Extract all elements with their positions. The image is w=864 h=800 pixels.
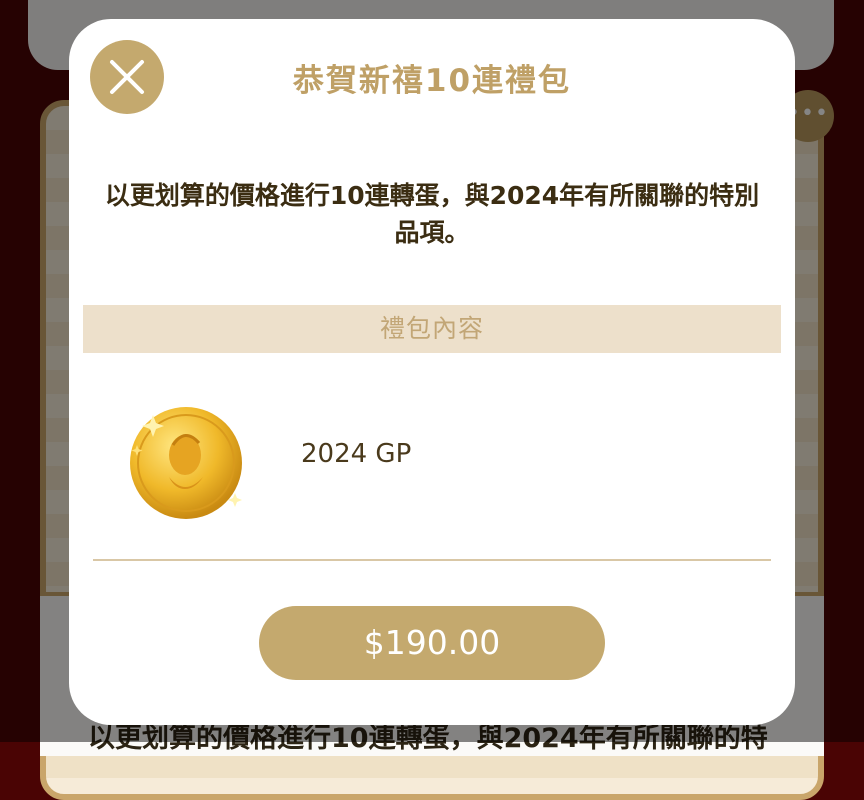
divider [93, 559, 771, 561]
package-item-label: 2024 GP [301, 439, 412, 469]
modal-description: 以更划算的價格進行10連轉蛋，與2024年有所關聯的特別品項。 [104, 181, 760, 247]
section-header: 禮包內容 [83, 305, 781, 353]
package-modal: 恭賀新禧10連禮包 以更划算的價格進行10連轉蛋，與2024年有所關聯的特別品項… [69, 19, 795, 725]
gold-coin-icon [130, 407, 242, 519]
purchase-button[interactable]: $190.00 [259, 606, 605, 680]
modal-title: 恭賀新禧10連禮包 [292, 63, 572, 99]
